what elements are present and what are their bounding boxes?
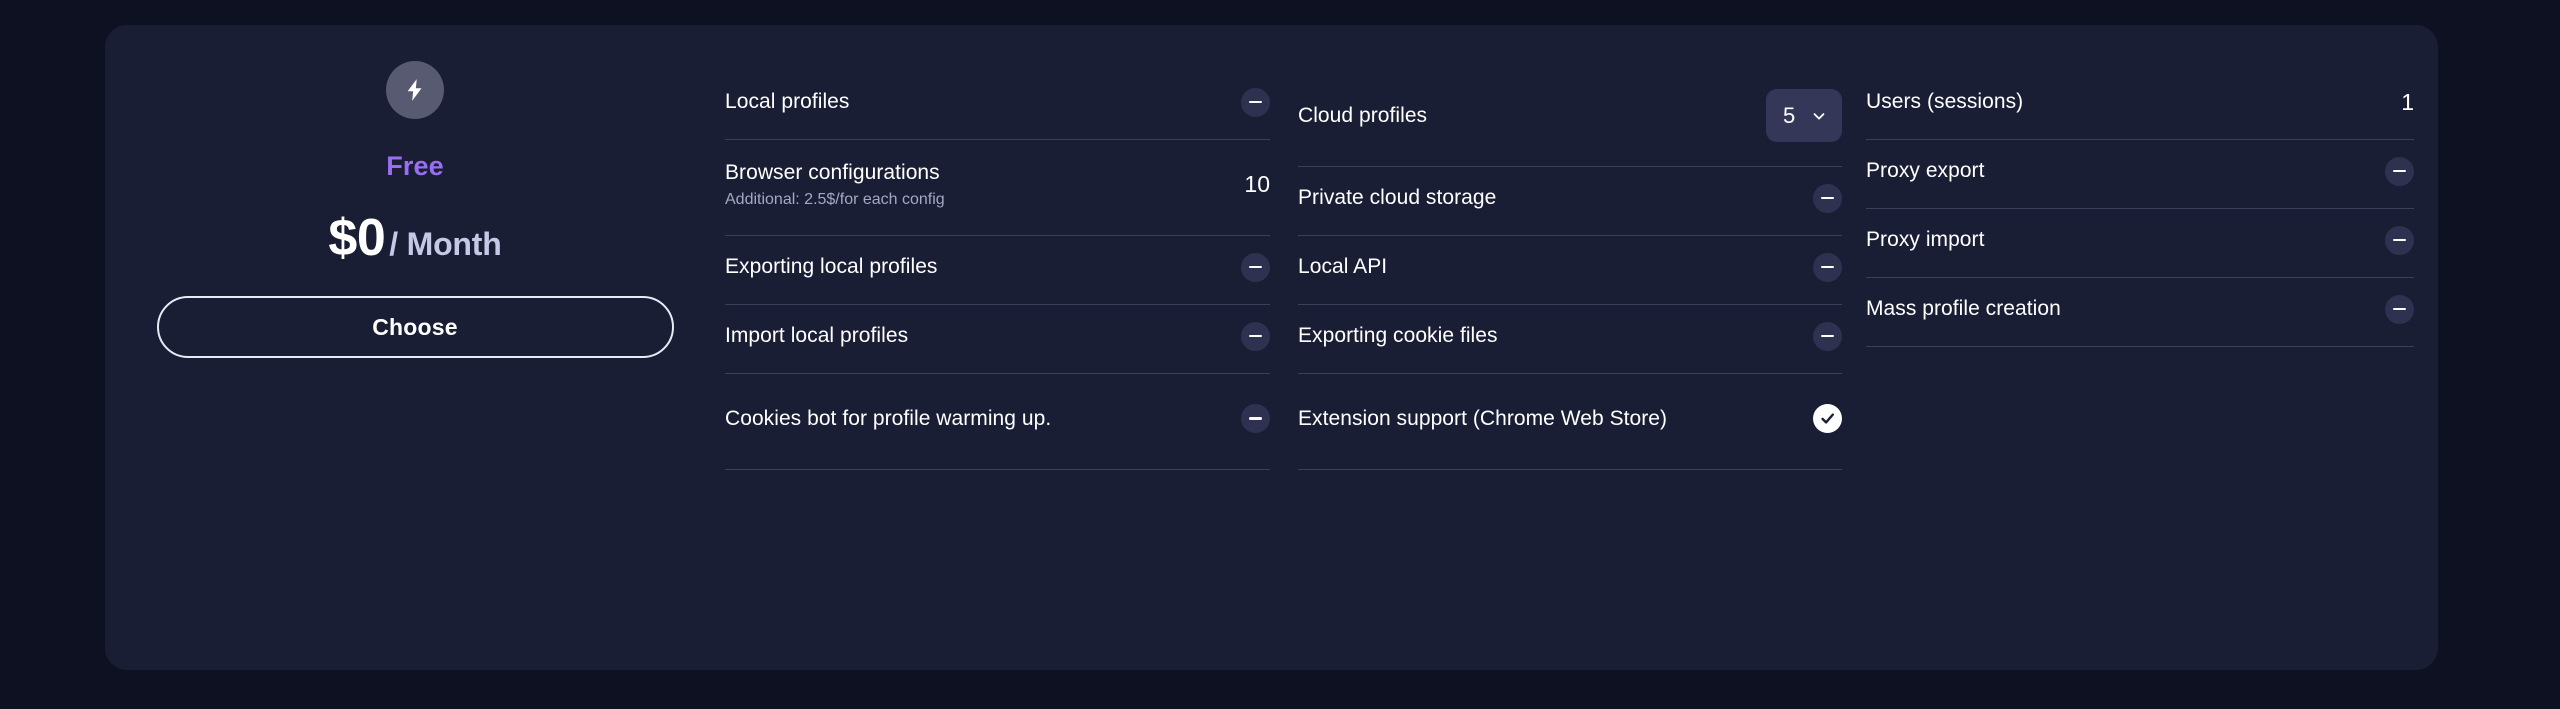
feature-value	[1812, 252, 1842, 282]
feature-label: Import local profiles	[725, 324, 909, 348]
feature-value	[2384, 225, 2414, 255]
lightning-bolt-icon	[386, 61, 444, 119]
feature-row: Local profiles	[725, 71, 1270, 140]
feature-row: Proxy import	[1866, 209, 2414, 278]
features-grid: Local profiles Browser configurations Addi…	[725, 25, 2438, 470]
feature-label: Browser configurations	[725, 160, 940, 184]
feature-label: Extension support (Chrome Web Store)	[1298, 406, 1668, 430]
feature-label-group: Cloud profiles	[1298, 102, 1427, 130]
feature-value	[1240, 404, 1270, 433]
feature-label: Local API	[1298, 255, 1388, 279]
feature-value	[1812, 404, 1842, 433]
feature-label-group: Local API	[1298, 253, 1387, 281]
minus-icon	[1241, 404, 1270, 433]
feature-value: 5	[1766, 89, 1842, 142]
feature-label: Exporting local profiles	[725, 255, 938, 279]
choose-button[interactable]: Choose	[156, 296, 674, 358]
feature-value	[1240, 87, 1270, 117]
feature-label-group: Private cloud storage	[1298, 184, 1496, 212]
select-value: 5	[1783, 102, 1796, 128]
check-icon	[1813, 404, 1842, 433]
feature-value	[1240, 252, 1270, 282]
feature-label: Proxy export	[1866, 159, 1985, 183]
feature-label-group: Proxy export	[1866, 157, 1984, 185]
plan-price: $0/ Month	[328, 212, 501, 264]
feature-label: Users (sessions)	[1866, 90, 2024, 114]
feature-label-group: Mass profile creation	[1866, 295, 2061, 323]
feature-row: Mass profile creation	[1866, 278, 2414, 347]
minus-icon	[1813, 252, 1842, 282]
plan-summary-panel: Free $0/ Month Choose	[105, 25, 725, 358]
feature-value-number: 1	[2401, 88, 2414, 115]
feature-row: Users (sessions) 1	[1866, 71, 2414, 140]
minus-icon	[2385, 225, 2414, 255]
feature-row: Proxy export	[1866, 140, 2414, 209]
feature-column-3: Users (sessions) 1 Proxy export Proxy impor…	[1866, 71, 2414, 470]
pricing-plan-card: Free $0/ Month Choose Local profiles Brow…	[105, 25, 2438, 670]
feature-label: Local profiles	[725, 90, 850, 114]
feature-label-group: Browser configurations Additional: 2.5$/f…	[725, 159, 945, 211]
feature-label-group: Exporting local profiles	[725, 253, 937, 281]
feature-label: Cookies bot for profile warming up.	[725, 406, 1052, 430]
feature-label: Mass profile creation	[1866, 297, 2061, 321]
feature-value	[2384, 156, 2414, 186]
minus-icon	[1813, 321, 1842, 351]
plan-price-period: / Month	[389, 226, 502, 262]
feature-row: Cookies bot for profile warming up.	[725, 374, 1270, 470]
feature-row: Exporting cookie files	[1298, 305, 1842, 374]
feature-label: Proxy import	[1866, 228, 1985, 252]
feature-row: Extension support (Chrome Web Store)	[1298, 374, 1842, 470]
feature-row: Private cloud storage	[1298, 167, 1842, 236]
feature-label: Cloud profiles	[1298, 103, 1428, 127]
feature-label-group: Extension support (Chrome Web Store)	[1298, 405, 1667, 433]
feature-value	[1812, 183, 1842, 213]
feature-value: 1	[2384, 88, 2414, 115]
feature-label: Private cloud storage	[1298, 186, 1497, 210]
feature-row: Local API	[1298, 236, 1842, 305]
feature-value: 10	[1240, 173, 1270, 196]
pricing-page: Free $0/ Month Choose Local profiles Brow…	[0, 0, 2560, 709]
minus-icon	[1813, 183, 1842, 213]
minus-icon	[1241, 87, 1270, 117]
cloud-profiles-select[interactable]: 5	[1766, 89, 1842, 142]
feature-value	[1240, 321, 1270, 351]
feature-row: Exporting local profiles	[725, 236, 1270, 305]
feature-label: Exporting cookie files	[1298, 324, 1498, 348]
feature-label-group: Exporting cookie files	[1298, 322, 1498, 350]
feature-row: Browser configurations Additional: 2.5$/f…	[725, 140, 1270, 236]
minus-icon	[1241, 252, 1270, 282]
feature-label-group: Import local profiles	[725, 322, 908, 350]
feature-column-1: Local profiles Browser configurations Addi…	[725, 71, 1270, 470]
feature-sublabel: Additional: 2.5$/for each config	[725, 191, 945, 209]
feature-value	[2384, 294, 2414, 324]
feature-label-group: Proxy import	[1866, 226, 1984, 254]
feature-value-number: 10	[1244, 171, 1270, 197]
feature-value	[1812, 321, 1842, 351]
feature-row: Cloud profiles 5	[1298, 71, 1842, 167]
feature-label-group: Cookies bot for profile warming up.	[725, 405, 1051, 433]
plan-name: Free	[386, 151, 444, 181]
minus-icon	[2385, 156, 2414, 186]
feature-label-group: Users (sessions)	[1866, 88, 2023, 116]
chevron-down-icon	[1810, 107, 1828, 125]
minus-icon	[1241, 321, 1270, 351]
feature-row: Import local profiles	[725, 305, 1270, 374]
plan-price-amount: $0	[328, 209, 386, 267]
feature-label-group: Local profiles	[725, 88, 849, 116]
feature-column-2: Cloud profiles 5 Private cloud storage Loca…	[1298, 71, 1842, 470]
minus-icon	[2385, 294, 2414, 324]
